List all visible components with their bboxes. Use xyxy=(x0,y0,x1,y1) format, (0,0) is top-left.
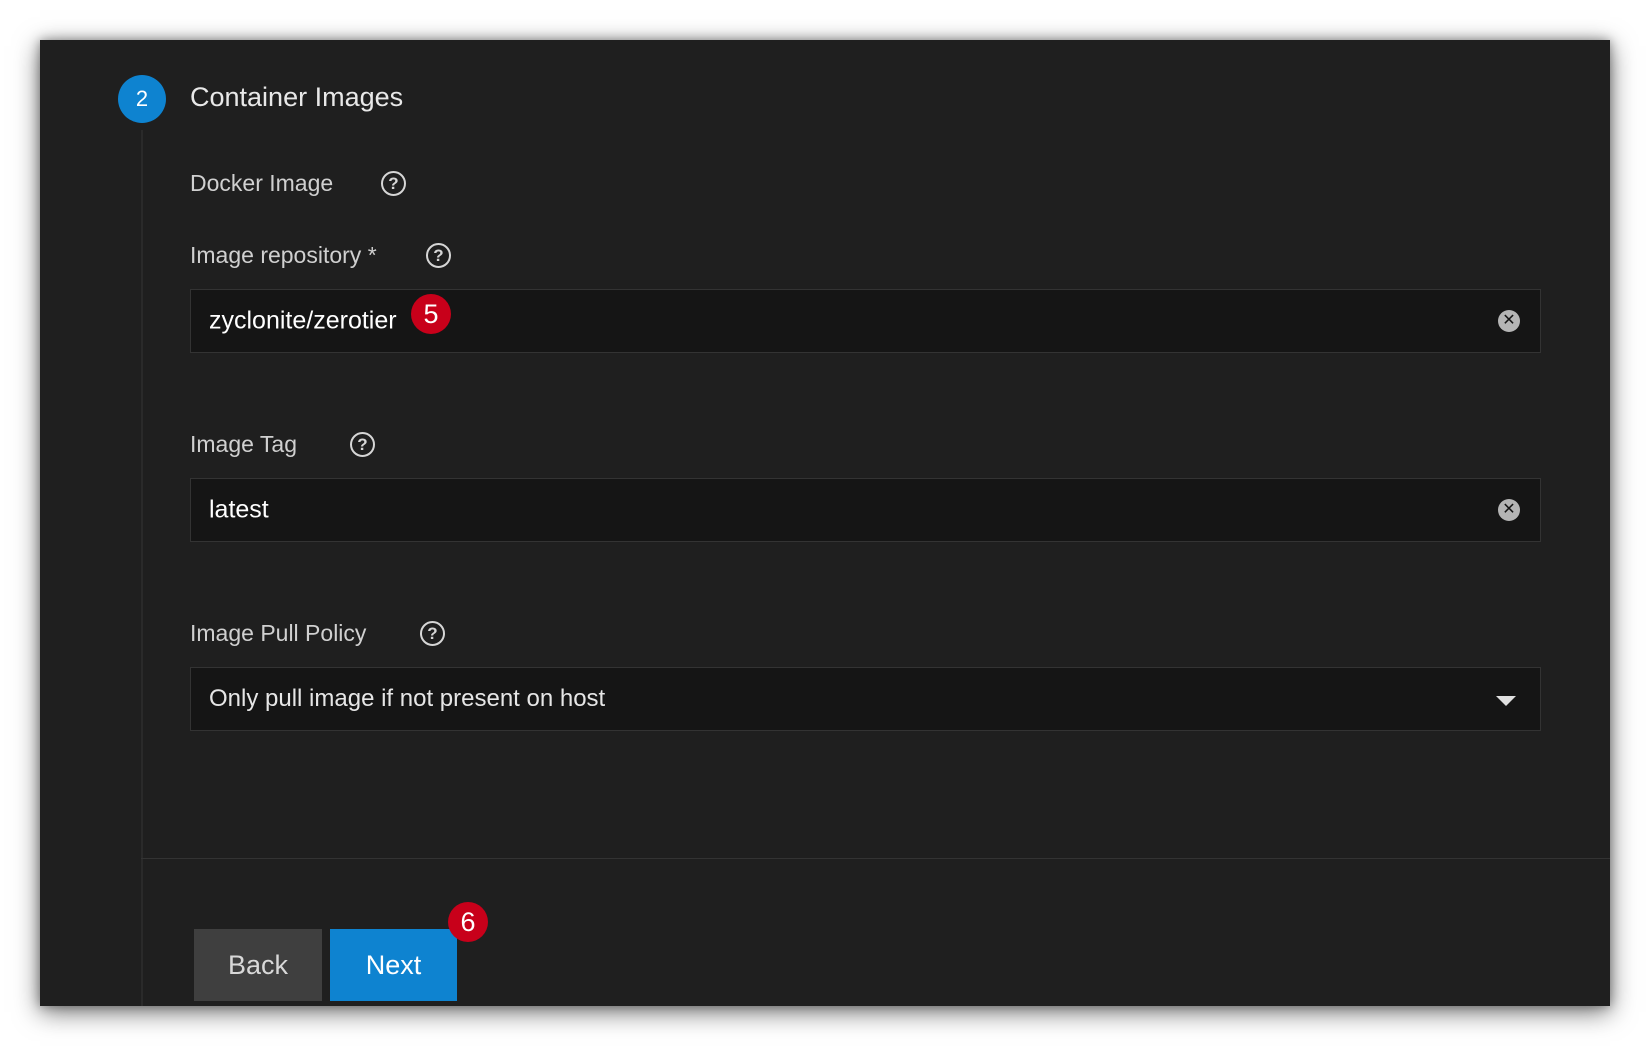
step-number-badge: 2 xyxy=(118,75,166,123)
clear-icon-tag[interactable]: ✕ xyxy=(1498,499,1520,521)
image-pull-policy-select[interactable]: Only pull image if not present on host xyxy=(190,667,1541,731)
stepper-line xyxy=(141,130,143,1006)
image-tag-value: latest xyxy=(209,495,269,524)
image-repository-input[interactable]: zyclonite/zerotier ✕ xyxy=(190,289,1541,353)
help-icon-image-tag[interactable]: ? xyxy=(350,432,375,457)
docker-image-label: Docker Image xyxy=(190,170,334,196)
image-tag-input[interactable]: latest ✕ xyxy=(190,478,1541,542)
help-icon-image-pull-policy[interactable]: ? xyxy=(420,621,445,646)
wizard-window: 2 Container Images Docker Image ? Image … xyxy=(40,40,1610,1006)
clear-icon-repository[interactable]: ✕ xyxy=(1498,310,1520,332)
annotation-badge-5: 5 xyxy=(411,294,451,334)
chevron-down-icon[interactable] xyxy=(1496,696,1516,706)
annotation-badge-6: 6 xyxy=(448,902,488,942)
image-repository-value: zyclonite/zerotier xyxy=(209,306,397,335)
next-button[interactable]: Next xyxy=(330,929,457,1001)
back-button[interactable]: Back xyxy=(194,929,322,1001)
divider xyxy=(141,858,1610,859)
step-title: Container Images xyxy=(190,82,404,112)
image-repository-label: Image repository * xyxy=(190,242,377,268)
image-pull-policy-value: Only pull image if not present on host xyxy=(209,685,606,712)
help-icon-docker-image[interactable]: ? xyxy=(381,171,406,196)
image-tag-label: Image Tag xyxy=(190,431,297,457)
help-icon-image-repository[interactable]: ? xyxy=(426,243,451,268)
image-pull-policy-label: Image Pull Policy xyxy=(190,620,367,646)
